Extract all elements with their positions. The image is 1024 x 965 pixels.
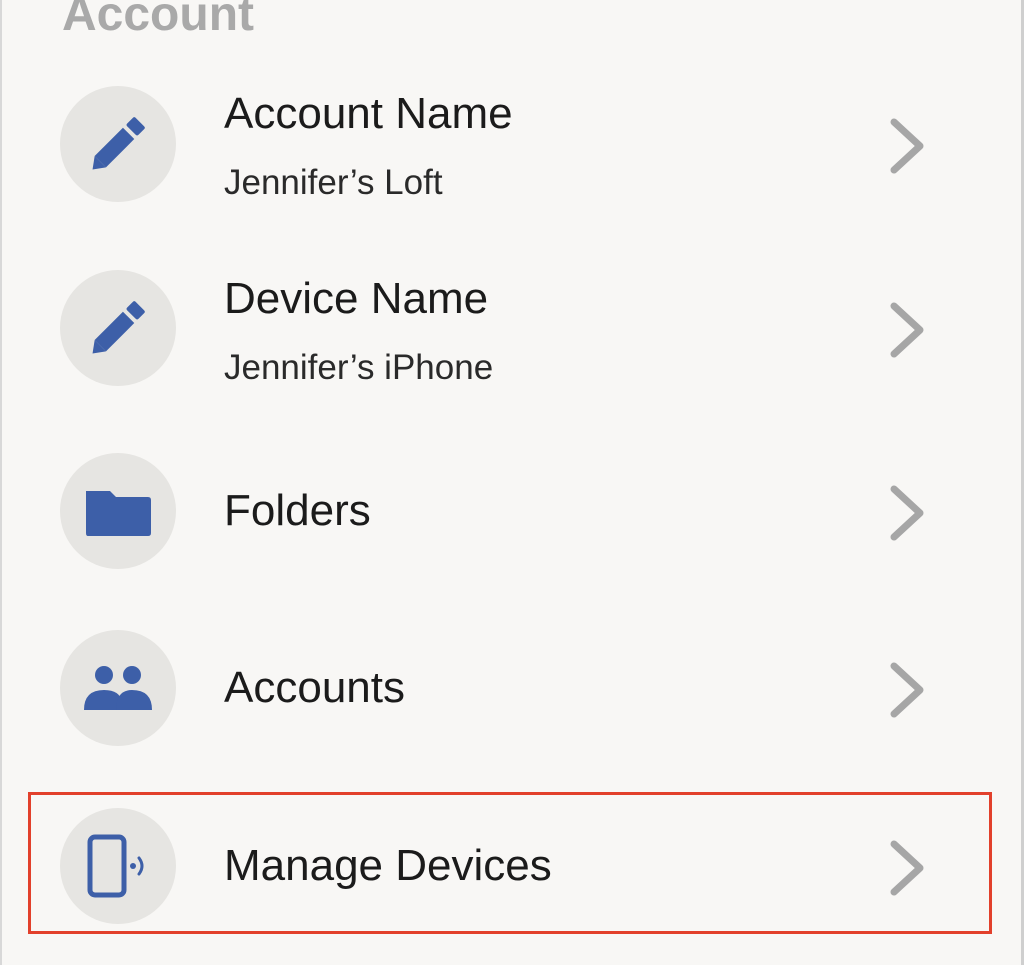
account-name-row[interactable]: Account Name Jennifer’s Loft bbox=[0, 70, 1024, 220]
chevron-right-icon bbox=[886, 116, 930, 176]
people-icon bbox=[60, 630, 176, 746]
account-name-value: Jennifer’s Loft bbox=[224, 163, 443, 202]
pencil-icon bbox=[60, 86, 176, 202]
device-name-row[interactable]: Device Name Jennifer’s iPhone bbox=[0, 254, 1024, 404]
chevron-right-icon bbox=[886, 838, 930, 898]
manage-devices-row[interactable]: Manage Devices bbox=[0, 792, 1024, 942]
chevron-right-icon bbox=[886, 300, 930, 360]
pencil-icon bbox=[60, 270, 176, 386]
chevron-right-icon bbox=[886, 483, 930, 543]
accounts-label: Accounts bbox=[224, 663, 405, 712]
phone-signal-icon bbox=[60, 808, 176, 924]
accounts-row[interactable]: Accounts bbox=[0, 614, 1024, 764]
chevron-right-icon bbox=[886, 660, 930, 720]
device-name-label: Device Name bbox=[224, 274, 489, 323]
account-name-label: Account Name bbox=[224, 89, 513, 138]
folders-label: Folders bbox=[224, 486, 371, 535]
folders-row[interactable]: Folders bbox=[0, 437, 1024, 587]
manage-devices-label: Manage Devices bbox=[224, 841, 552, 890]
device-name-value: Jennifer’s iPhone bbox=[224, 348, 494, 387]
section-title: Account bbox=[62, 0, 254, 41]
folder-icon bbox=[60, 453, 176, 569]
